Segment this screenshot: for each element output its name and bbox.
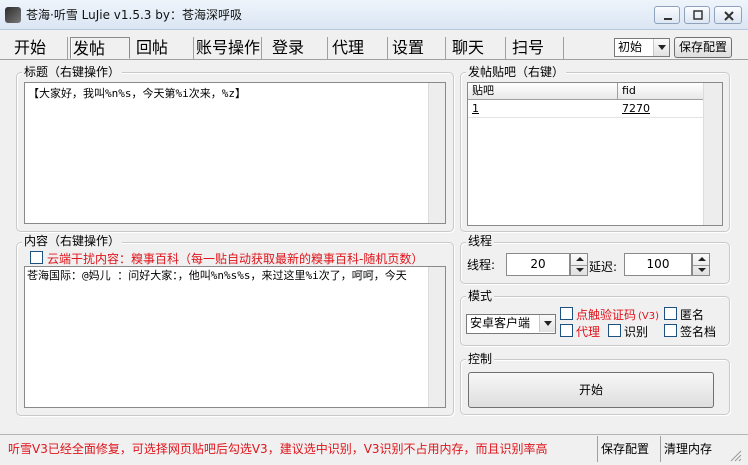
start-button[interactable]: 开始 (468, 372, 714, 408)
column-header-fid[interactable]: fid (618, 83, 704, 100)
captcha-checkbox[interactable] (560, 307, 573, 320)
content-text: 苍海国际：@妈儿 ：问好大家：，他叫%n%s%s，来过这里%i次了，呵呵，今天 (27, 269, 407, 282)
content-panel-legend: 内容（右键操作） (22, 234, 123, 248)
title-textarea[interactable]: 【大家好，我叫%n%s，今天第%i次来，%z】 (24, 82, 446, 224)
tab-account[interactable]: 账号操作 (194, 37, 262, 59)
threads-input[interactable]: 20 (506, 253, 570, 276)
save-config-button[interactable]: 保存配置 (674, 37, 732, 58)
cloud-content-label: 云端干扰内容：糗事百科（每一贴自动获取最新的糗事百科-随机页数） (47, 252, 424, 266)
close-button[interactable] (714, 6, 742, 24)
column-header-bar[interactable]: 贴吧 (468, 83, 618, 100)
tab-start[interactable]: 开始 (12, 37, 68, 59)
captcha-version: (V3) (638, 311, 660, 322)
tab-divider (0, 59, 748, 60)
proxy-label: 代理 (576, 325, 601, 339)
bars-panel-legend: 发帖贴吧（右键） (466, 65, 567, 79)
thread-panel-legend: 线程 (466, 234, 495, 248)
tab-proxy[interactable]: 代理 (330, 37, 388, 59)
title-scrollbar[interactable] (428, 83, 445, 223)
mode-panel-legend: 模式 (466, 289, 495, 303)
anonymous-label: 匿名 (680, 308, 705, 322)
delay-stepper[interactable] (692, 253, 710, 276)
threads-stepper[interactable] (570, 253, 588, 276)
captcha-label: 点触验证码 (V3) (576, 306, 659, 323)
tab-login[interactable]: 登录 (270, 37, 328, 59)
minimize-button[interactable] (654, 6, 680, 24)
bars-table[interactable]: 贴吧 fid 1 7270 (467, 82, 723, 226)
title-text: 【大家好，我叫%n%s，今天第%i次来，%z】 (28, 87, 246, 100)
status-divider (660, 436, 661, 462)
status-divider (597, 436, 598, 462)
tab-reply[interactable]: 回帖 (134, 37, 194, 59)
chevron-down-icon (539, 315, 555, 332)
delay-input[interactable]: 100 (624, 253, 692, 276)
tab-settings[interactable]: 设置 (390, 37, 446, 59)
threads-label: 线程: (467, 258, 496, 272)
arrow-down-icon (698, 268, 706, 272)
client-select-value: 安卓客户端 (470, 316, 531, 330)
tab-scan[interactable]: 扫号 (510, 37, 564, 59)
tab-chat[interactable]: 聊天 (450, 37, 506, 59)
arrow-up-icon (576, 257, 584, 261)
content-textarea[interactable]: 苍海国际：@妈儿 ：问好大家：，他叫%n%s%s，来过这里%i次了，呵呵，今天 (24, 266, 446, 408)
signature-label: 签名档 (680, 325, 717, 339)
content-scrollbar[interactable] (428, 267, 445, 407)
app-icon (5, 7, 21, 23)
row-bar-fid: 7270 (622, 102, 650, 115)
window-title: 苍海·听雪 LuJie v1.5.3 by：苍海深呼吸 (26, 8, 242, 22)
proxy-checkbox[interactable] (560, 324, 573, 337)
clear-memory-button[interactable]: 清理内存 (664, 434, 724, 464)
control-panel-legend: 控制 (466, 352, 495, 366)
bars-table-header: 贴吧 fid (468, 83, 704, 100)
tab-post[interactable]: 发帖 (70, 37, 130, 59)
title-panel-legend: 标题（右键操作） (22, 65, 123, 79)
client-select[interactable]: 安卓客户端 (466, 314, 556, 334)
status-message: 听雪V3已经全面修复，可选择网页贴吧后勾选V3，建议选中识别，V3识别不占用内存… (8, 442, 548, 456)
maximize-icon (693, 10, 703, 20)
profile-select-value: 初始 (618, 40, 643, 54)
row-gridline (468, 117, 704, 118)
status-save-config-button[interactable]: 保存配置 (601, 434, 659, 464)
maximize-button[interactable] (684, 6, 710, 24)
profile-select[interactable]: 初始 (614, 38, 670, 57)
delay-label: 延迟: (589, 260, 618, 274)
anonymous-checkbox[interactable] (664, 307, 677, 320)
resize-grip-icon[interactable] (728, 448, 742, 462)
captcha-label-text: 点触验证码 (576, 308, 637, 322)
recognize-label: 识别 (624, 325, 649, 339)
minimize-icon (664, 18, 672, 20)
signature-checkbox[interactable] (664, 324, 677, 337)
arrow-up-icon (698, 257, 706, 261)
chevron-down-icon (653, 39, 669, 56)
cloud-content-checkbox[interactable] (30, 251, 43, 264)
row-bar-name: 1 (472, 102, 479, 115)
recognize-checkbox[interactable] (608, 324, 621, 337)
arrow-down-icon (576, 268, 584, 272)
close-icon (724, 11, 734, 21)
bars-scrollbar[interactable] (703, 83, 722, 225)
